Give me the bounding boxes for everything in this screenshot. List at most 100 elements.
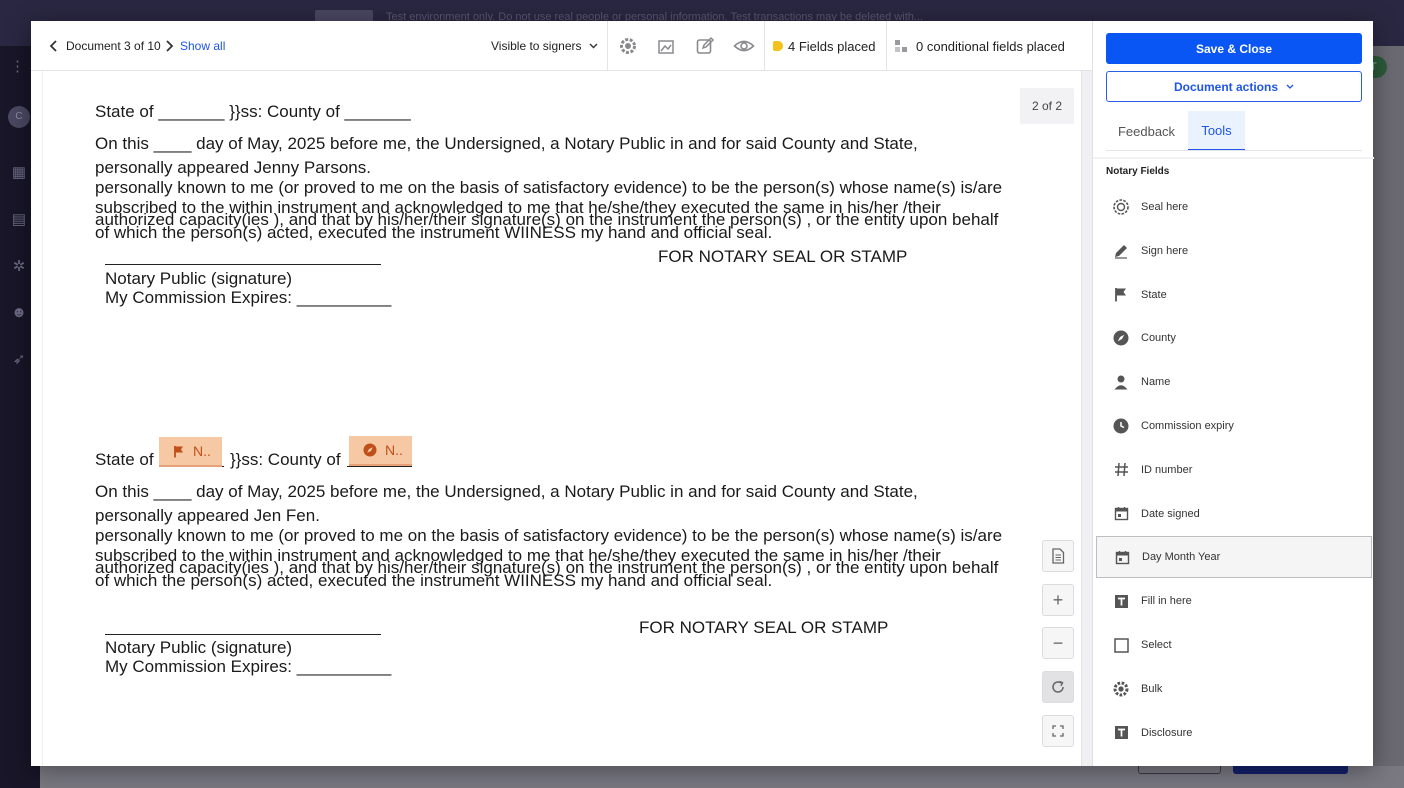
page-indicator: 2 of 2 xyxy=(1020,88,1074,124)
plus-icon: + xyxy=(1052,589,1064,610)
chevron-right-icon xyxy=(166,40,174,52)
fullscreen-icon xyxy=(1052,725,1064,737)
calendar-icon xyxy=(1111,504,1131,524)
document-counter: Document 3 of 10 xyxy=(66,39,161,53)
checkbox-icon xyxy=(1111,635,1131,655)
tab-feedback[interactable]: Feedback xyxy=(1106,111,1187,151)
background-avatar: C xyxy=(8,106,30,128)
document-icon xyxy=(1052,548,1065,564)
notary-signature-label: Notary Public (signature) xyxy=(105,638,293,657)
background-secondary-button xyxy=(1138,766,1221,774)
tool-item-label: Seal here xyxy=(1141,201,1189,213)
users-nav-icon: ☻ xyxy=(11,304,27,321)
tools-panel: Save & Close Document actions Feedback T… xyxy=(1092,21,1374,766)
tool-item-label: Disclosure xyxy=(1141,726,1193,739)
tool-item[interactable]: State xyxy=(1096,274,1372,316)
tool-item[interactable]: Bulk xyxy=(1096,668,1372,710)
tool-item[interactable]: Name xyxy=(1096,361,1372,403)
zoom-out-button[interactable]: − xyxy=(1042,627,1074,659)
seal-icon xyxy=(1111,197,1131,217)
county-field[interactable]: N.. xyxy=(349,436,412,466)
flag-icon xyxy=(1111,285,1131,305)
signature-line xyxy=(105,264,381,265)
notary-seal-label: FOR NOTARY SEAL OR STAMP xyxy=(639,618,889,637)
bulk-gear-icon xyxy=(1111,679,1131,699)
minus-icon: − xyxy=(1052,632,1064,653)
settings-nav-icon: ✲ xyxy=(12,258,26,275)
tool-item[interactable]: Fill in here xyxy=(1096,580,1372,622)
show-all-link[interactable]: Show all xyxy=(180,21,225,71)
tool-item[interactable]: ID number xyxy=(1096,449,1372,491)
document-page: 2 of 2 State of _______ }}ss: County of … xyxy=(42,71,1081,766)
tool-item-label: Bulk xyxy=(1141,682,1163,695)
document-actions-button[interactable]: Document actions xyxy=(1106,71,1362,102)
hash-icon xyxy=(1111,460,1131,480)
text-box-icon xyxy=(1111,723,1131,743)
commission-expires-line: My Commission Expires: __________ xyxy=(105,657,392,676)
tool-item-label: ID number xyxy=(1141,463,1193,476)
signature-image-icon[interactable] xyxy=(655,35,677,57)
calendar-nav-icon: ▤ xyxy=(11,211,27,228)
document-scrollbar[interactable] xyxy=(1081,71,1092,766)
text-box-icon xyxy=(1111,591,1131,611)
conditional-tree-icon xyxy=(895,40,907,52)
notary-seal-label: FOR NOTARY SEAL OR STAMP xyxy=(658,247,908,266)
notary-text-line: personally appeared Jenny Parsons. xyxy=(95,158,371,177)
tool-item[interactable]: Seal here xyxy=(1096,186,1372,228)
compass-icon xyxy=(363,443,377,457)
state-field-label: N.. xyxy=(193,443,211,459)
tool-item-label: State xyxy=(1141,288,1167,301)
document-actions-label: Document actions xyxy=(1173,79,1278,94)
rocket-nav-icon: ➶ xyxy=(12,351,26,368)
edit-icon[interactable] xyxy=(694,35,716,57)
fields-placed-indicator: 4 Fields placed xyxy=(773,21,875,71)
fullscreen-button[interactable] xyxy=(1042,715,1074,747)
tab-tools[interactable]: Tools xyxy=(1188,111,1245,151)
signature-line xyxy=(105,634,381,635)
tool-item-label: Select xyxy=(1141,639,1172,651)
notary-text-line: personally known to me (or proved to me … xyxy=(95,178,1003,197)
chevron-down-icon xyxy=(1286,84,1294,89)
state-field[interactable]: N.. xyxy=(159,437,222,467)
page-thumbnails-button[interactable] xyxy=(1042,540,1074,572)
next-document-button[interactable] xyxy=(164,21,174,71)
toolbar-divider xyxy=(764,21,765,71)
tool-item-label: Date signed xyxy=(1141,507,1200,520)
county-prefix: }}ss: County of xyxy=(230,450,341,469)
rotate-icon xyxy=(1052,680,1064,693)
preview-eye-icon[interactable] xyxy=(733,35,755,57)
document-editor-modal: Document 3 of 10 Show all Visible to sig… xyxy=(31,21,1374,766)
tool-item[interactable]: Day Month Year xyxy=(1096,536,1372,579)
tool-item[interactable]: Commission expiry xyxy=(1096,405,1372,447)
rotate-button[interactable] xyxy=(1042,671,1074,703)
fields-status-icon xyxy=(773,41,783,51)
flag-icon xyxy=(174,445,183,457)
notary-text-line: of which the person(s) acted, executed t… xyxy=(95,223,773,242)
pen-icon xyxy=(1111,241,1131,261)
tool-item-label: Sign here xyxy=(1141,244,1189,257)
save-close-button[interactable]: Save & Close xyxy=(1106,33,1362,64)
background-banner-text: Test environment only. Do not use real p… xyxy=(386,11,924,21)
tool-item-label: Commission expiry xyxy=(1141,420,1234,432)
tool-item[interactable]: County xyxy=(1096,317,1372,359)
notary-text-line: On this ____ day of May, 2025 before me,… xyxy=(95,134,918,153)
tool-item-label: Day Month Year xyxy=(1142,551,1221,564)
conditional-fields-count: 0 conditional fields placed xyxy=(916,38,1065,54)
toolbar-divider xyxy=(607,21,608,71)
county-blank-line xyxy=(347,466,412,467)
prev-document-button[interactable] xyxy=(49,21,59,71)
tabs-divider xyxy=(1106,150,1362,151)
state-county-line: State of _______ }}ss: County of _______ xyxy=(95,102,411,121)
compass-icon xyxy=(1111,328,1131,348)
commission-expires-line: My Commission Expires: __________ xyxy=(105,288,392,307)
tool-item[interactable]: Sign here xyxy=(1096,230,1372,272)
tool-item[interactable]: Select xyxy=(1096,624,1372,666)
notary-seal-icon[interactable] xyxy=(617,35,639,57)
visibility-dropdown[interactable]: Visible to signers xyxy=(491,21,598,71)
county-field-label: N.. xyxy=(385,442,403,458)
tool-item[interactable]: Date signed xyxy=(1096,493,1372,535)
tool-item[interactable]: Disclosure xyxy=(1096,712,1372,754)
panel-divider xyxy=(1093,157,1374,159)
notary-text-line: of which the person(s) acted, executed t… xyxy=(95,571,773,590)
zoom-in-button[interactable]: + xyxy=(1042,584,1074,616)
